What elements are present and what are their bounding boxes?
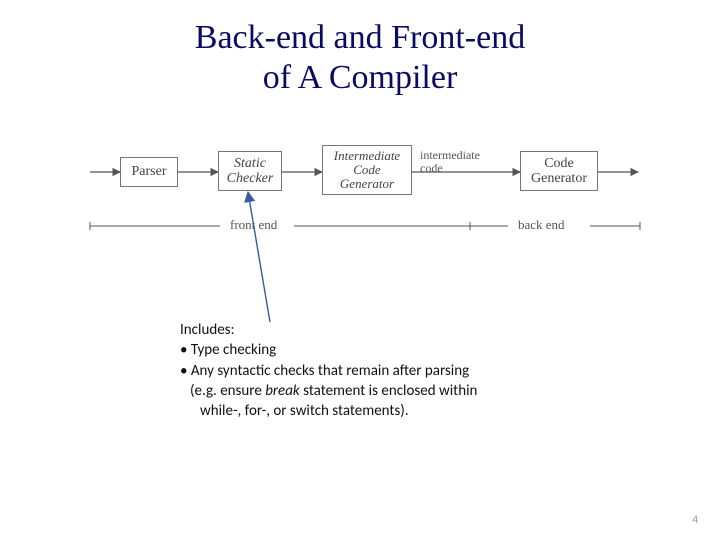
title-line-1: Back-end and Front-end xyxy=(195,19,525,56)
page-title: Back-end and Front-end of A Compiler xyxy=(0,18,720,98)
notes-bullet-2: • Any syntactic checks that remain after… xyxy=(180,361,600,381)
notes-break-keyword: break xyxy=(265,382,300,400)
notes-l3b: statement is enclosed within xyxy=(300,382,478,400)
notes-heading: Includes: xyxy=(180,320,600,340)
notes-line-3: (e.g. ensure break statement is enclosed… xyxy=(180,381,600,401)
notes-l3a: (e.g. ensure xyxy=(190,382,265,400)
notes-block: Includes: • Type checking • Any syntacti… xyxy=(180,320,600,421)
notes-line-4: while-, for-, or switch statements). xyxy=(180,401,600,421)
title-line-2: of A Compiler xyxy=(263,59,458,96)
page-number: 4 xyxy=(692,513,698,526)
label-back-end: back end xyxy=(518,217,565,233)
compiler-pipeline-diagram: Parser Static Checker Intermediate Code … xyxy=(90,157,650,247)
notes-bullet-1: • Type checking xyxy=(180,340,600,360)
